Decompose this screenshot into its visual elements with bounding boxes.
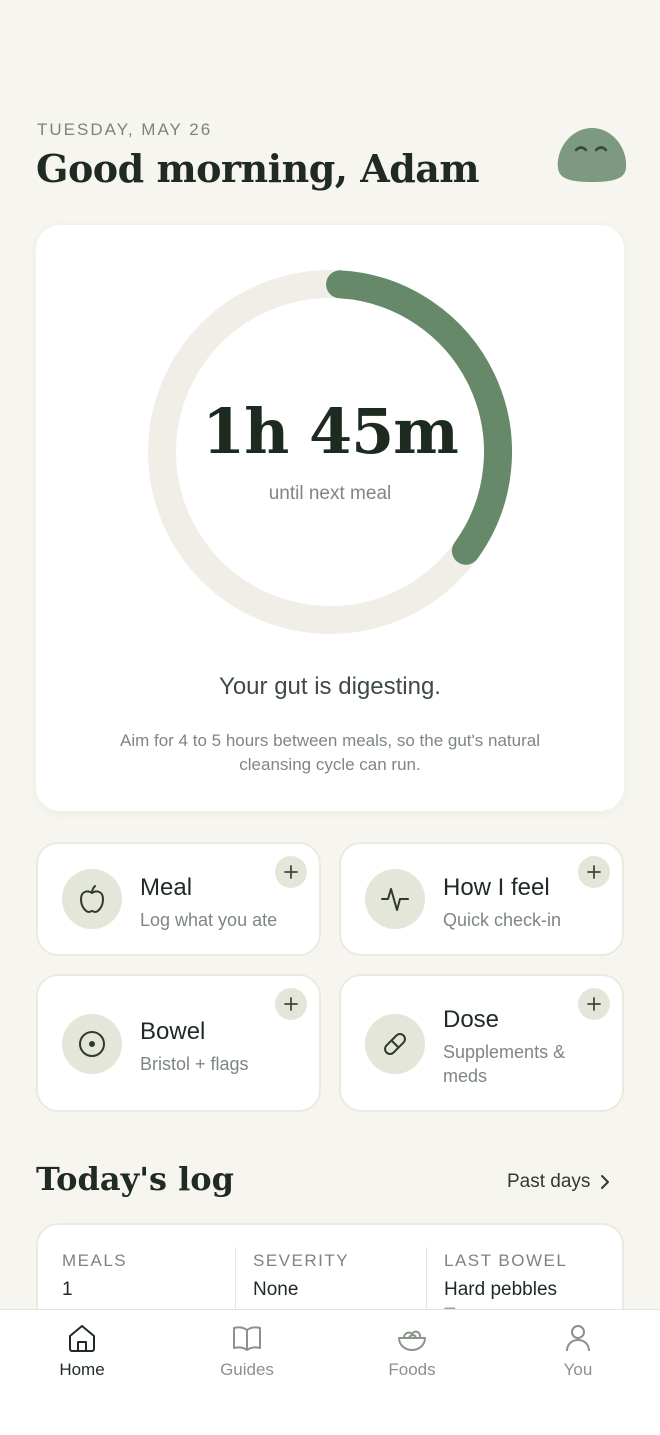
timer-subtitle: until next meal (268, 483, 392, 504)
greeting-title: Good morning, Adam (36, 146, 480, 191)
tab-you-label: You (563, 1360, 593, 1379)
add-dose-button[interactable] (578, 988, 610, 1020)
bowl-icon (398, 1330, 426, 1351)
bowel-subtitle: Bristol + flags (140, 1054, 249, 1074)
chevron-right-icon (601, 1175, 610, 1189)
log-dose-card[interactable]: Dose Supplements & meds (339, 974, 624, 1112)
past-days-link[interactable]: Past days (507, 1171, 610, 1193)
tab-guides[interactable]: Guides (187, 1310, 307, 1390)
tab-foods-label: Foods (388, 1360, 436, 1379)
meals-value: 1 (62, 1279, 73, 1300)
how-i-feel-card[interactable]: How I feel Quick check-in (339, 842, 624, 956)
apple-icon (62, 869, 122, 929)
add-bowel-button[interactable] (275, 988, 307, 1020)
meal-title: Meal (140, 874, 193, 901)
log-bowel-card[interactable]: Bowel Bristol + flags (36, 974, 321, 1112)
add-feeling-button[interactable] (578, 856, 610, 888)
meals-label: MEALS (62, 1251, 128, 1270)
plus-icon (587, 997, 601, 1011)
digestion-status: Your gut is digesting. (219, 673, 441, 700)
log-divider (235, 1247, 236, 1317)
date-label: TUESDAY, MAY 26 (37, 120, 213, 139)
past-days-label: Past days (507, 1171, 591, 1192)
how-i-feel-subtitle: Quick check-in (443, 910, 562, 930)
severity-label: SEVERITY (253, 1251, 350, 1270)
bottom-tab-bar: Home Guides Foods You (0, 1309, 660, 1435)
digestion-timer-card: 1h 45m until next meal Your gut is diges… (36, 225, 624, 811)
target-icon (62, 1014, 122, 1074)
dose-title: Dose (443, 1006, 500, 1033)
meal-spacing-hint: Aim for 4 to 5 hours between meals, so t… (120, 731, 540, 774)
last-bowel-value: Hard pebbles (444, 1279, 558, 1300)
plus-icon (284, 865, 298, 879)
last-bowel-label: LAST BOWEL (444, 1251, 568, 1270)
book-icon (233, 1326, 261, 1351)
log-meals-column: MEALS 1 (62, 1251, 127, 1301)
timer-value: 1h 45m (202, 395, 459, 468)
dose-subtitle: Supplements & meds (443, 1042, 566, 1086)
add-meal-button[interactable] (275, 856, 307, 888)
log-divider (426, 1247, 427, 1317)
plus-icon (284, 997, 298, 1011)
user-icon (566, 1325, 590, 1352)
log-meal-card[interactable]: Meal Log what you ate (36, 842, 321, 956)
home-icon (69, 1325, 95, 1352)
severity-value: None (253, 1279, 299, 1300)
bowel-title: Bowel (140, 1018, 206, 1045)
pulse-icon (365, 869, 425, 929)
meal-subtitle: Log what you ate (140, 910, 278, 930)
plus-icon (587, 865, 601, 879)
pill-icon (365, 1014, 425, 1074)
tab-you[interactable]: You (518, 1310, 638, 1390)
how-i-feel-title: How I feel (443, 874, 550, 901)
mascot-avatar[interactable] (554, 122, 630, 184)
tab-foods[interactable]: Foods (352, 1310, 472, 1390)
tab-home[interactable]: Home (22, 1310, 142, 1390)
log-severity-column: SEVERITY None (253, 1251, 349, 1301)
tab-home-label: Home (59, 1360, 105, 1379)
todays-log-title: Today's log (36, 1160, 235, 1198)
tab-guides-label: Guides (220, 1360, 274, 1379)
